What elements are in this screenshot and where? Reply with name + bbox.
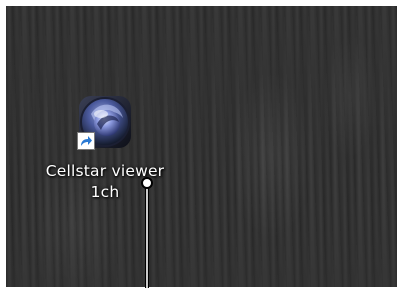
desktop-background: Cellstar viewer 1ch (6, 6, 397, 287)
text-cursor-icon (141, 177, 153, 288)
shortcut-label-line1: Cellstar viewer (45, 162, 165, 180)
shortcut-label[interactable]: Cellstar viewer 1ch (20, 161, 190, 203)
desktop-shortcut-cellstar-viewer[interactable]: Cellstar viewer 1ch (20, 92, 190, 203)
app-icon[interactable] (73, 92, 137, 156)
shortcut-arrow-icon (77, 132, 95, 150)
shortcut-label-line2: 1ch (90, 183, 120, 201)
screenshot-frame: Cellstar viewer 1ch (0, 0, 402, 291)
